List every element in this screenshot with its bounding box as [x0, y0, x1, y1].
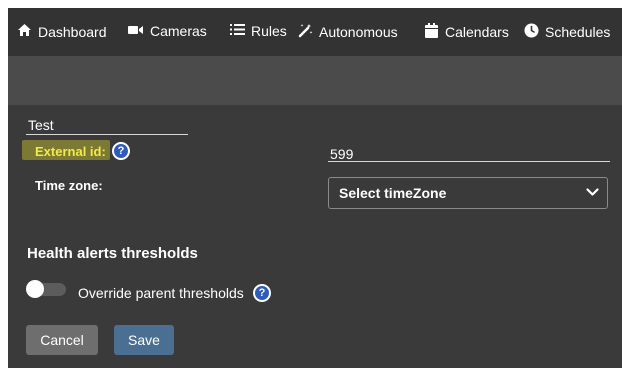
nav-item-calendars[interactable]: Calendars — [423, 23, 509, 41]
nav-item-dashboard[interactable]: Dashboard — [16, 23, 107, 40]
cancel-button[interactable]: Cancel — [26, 325, 98, 355]
nav-item-label: Autonomous — [319, 24, 398, 40]
nav-item-label: Schedules — [545, 24, 611, 40]
nav-item-schedules[interactable]: Schedules — [523, 23, 610, 41]
external-id-help-icon[interactable]: ? — [112, 142, 130, 160]
save-button[interactable]: Save — [114, 325, 174, 355]
health-alerts-heading: Health alerts thresholds — [27, 245, 198, 262]
home-icon — [16, 23, 32, 40]
override-thresholds-label: Override parent thresholds — [78, 285, 244, 301]
nav-item-rules[interactable]: Rules — [229, 23, 287, 39]
magic-wand-icon — [297, 23, 313, 41]
nav-item-label: Dashboard — [38, 23, 107, 40]
toolbar-strip — [8, 56, 622, 105]
name-field-underline — [26, 134, 188, 135]
external-id-input[interactable]: 599 — [330, 146, 353, 162]
override-thresholds-toggle[interactable] — [26, 280, 66, 298]
nav-item-cameras[interactable]: Cameras — [128, 23, 207, 39]
external-id-label: External id: — [35, 144, 106, 159]
chevron-down-icon — [586, 178, 599, 208]
override-help-icon[interactable]: ? — [253, 284, 271, 302]
time-zone-label: Time zone: — [35, 178, 103, 193]
time-zone-select[interactable]: Select timeZone — [328, 177, 608, 209]
nav-item-label: Calendars — [445, 24, 509, 40]
toggle-knob — [26, 280, 44, 298]
list-icon — [229, 23, 245, 39]
calendar-icon — [423, 23, 439, 41]
nav-item-label: Rules — [251, 23, 287, 39]
name-field[interactable]: Test — [28, 117, 54, 133]
nav-item-label: Cameras — [150, 23, 207, 39]
time-zone-selected-value: Select timeZone — [339, 185, 447, 201]
external-id-underline — [328, 161, 610, 162]
clock-icon — [523, 23, 539, 41]
nav-item-autonomous[interactable]: Autonomous — [297, 23, 398, 41]
top-navigation: Dashboard Cameras Rules Autonomous Calen… — [8, 8, 622, 56]
video-camera-icon — [128, 23, 144, 39]
